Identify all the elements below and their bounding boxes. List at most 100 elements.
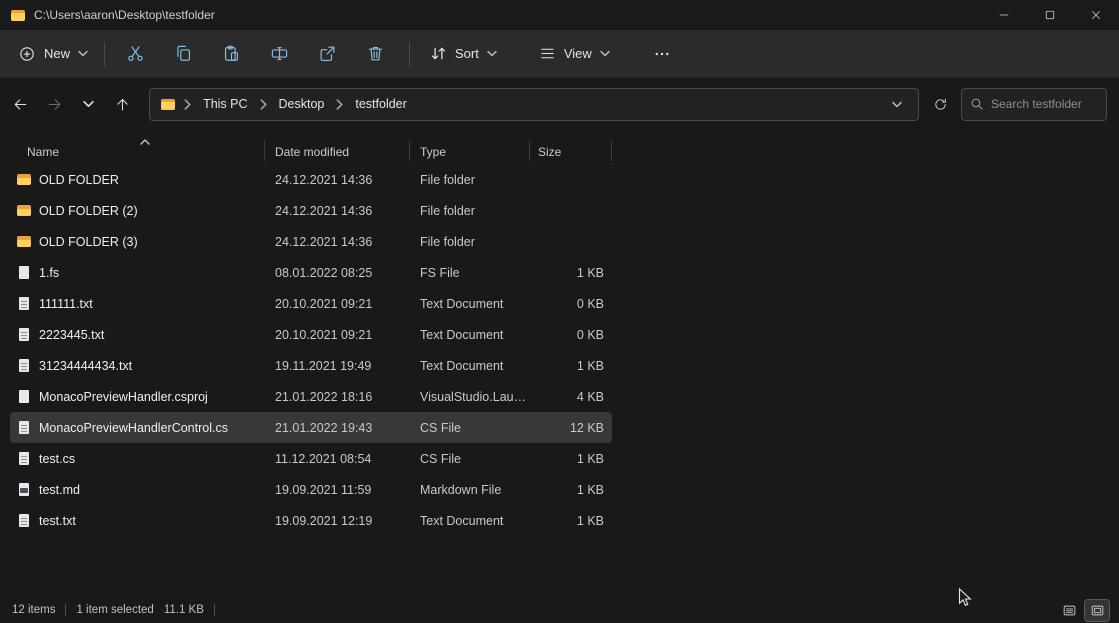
sort-icon bbox=[430, 45, 447, 62]
forward-arrow-icon bbox=[46, 96, 63, 113]
sort-button[interactable]: Sort bbox=[420, 36, 507, 72]
file-size: 0 KB bbox=[530, 297, 612, 311]
copy-icon bbox=[174, 44, 193, 63]
file-row[interactable]: OLD FOLDER (3) 24.12.2021 14:36 File fol… bbox=[10, 226, 612, 257]
recent-locations-button[interactable] bbox=[74, 89, 104, 119]
file-name-cell: test.txt bbox=[10, 513, 265, 529]
view-toggles bbox=[1057, 600, 1109, 621]
file-row[interactable]: MonacoPreviewHandlerControl.cs 21.01.202… bbox=[10, 412, 612, 443]
window-folder-icon bbox=[10, 7, 26, 23]
file-row[interactable]: MonacoPreviewHandler.csproj 21.01.2022 1… bbox=[10, 381, 612, 412]
file-name: 31234444434.txt bbox=[39, 359, 132, 373]
file-date: 08.01.2022 08:25 bbox=[265, 266, 410, 280]
column-header-name[interactable]: Name bbox=[10, 145, 265, 159]
share-button[interactable] bbox=[307, 36, 347, 72]
minimize-icon bbox=[998, 9, 1010, 21]
up-arrow-icon bbox=[114, 96, 131, 113]
file-type: CS File bbox=[410, 452, 530, 466]
paste-icon bbox=[222, 44, 241, 63]
breadcrumb-item-testfolder[interactable]: testfolder bbox=[351, 95, 410, 113]
status-bar: 12 items 1 item selected 11.1 KB bbox=[0, 597, 1119, 623]
column-header-date-modified[interactable]: Date modified bbox=[265, 145, 410, 159]
file-name-cell: test.md bbox=[10, 482, 265, 498]
command-bar: New Sort View bbox=[0, 30, 1119, 78]
file-icon bbox=[16, 451, 32, 467]
file-name: 1.fs bbox=[39, 266, 59, 280]
cut-button[interactable] bbox=[115, 36, 155, 72]
details-view-button[interactable] bbox=[1057, 600, 1081, 621]
address-bar[interactable]: This PC Desktop testfolder bbox=[149, 88, 919, 121]
file-row[interactable]: test.txt 19.09.2021 12:19 Text Document … bbox=[10, 505, 612, 536]
file-date: 24.12.2021 14:36 bbox=[265, 173, 410, 187]
column-header-type[interactable]: Type bbox=[410, 145, 530, 159]
chevron-down-icon bbox=[600, 50, 610, 57]
view-button[interactable]: View bbox=[529, 36, 620, 72]
file-row[interactable]: OLD FOLDER 24.12.2021 14:36 File folder bbox=[10, 164, 612, 195]
rename-button[interactable] bbox=[259, 36, 299, 72]
file-type: Text Document bbox=[410, 328, 530, 342]
column-header-type-label: Type bbox=[420, 145, 446, 159]
statusbar-divider bbox=[214, 604, 215, 616]
file-icon bbox=[16, 172, 32, 188]
file-icon bbox=[16, 265, 32, 281]
file-type: Markdown File bbox=[410, 483, 530, 497]
address-dropdown-button[interactable] bbox=[886, 93, 908, 115]
maximize-icon bbox=[1044, 9, 1056, 21]
new-button[interactable]: New bbox=[8, 36, 98, 72]
chevron-right-icon bbox=[184, 99, 191, 110]
paste-button[interactable] bbox=[211, 36, 251, 72]
maximize-button[interactable] bbox=[1027, 0, 1073, 30]
file-size: 1 KB bbox=[530, 452, 612, 466]
forward-button[interactable] bbox=[40, 89, 70, 119]
file-row[interactable]: test.md 19.09.2021 11:59 Markdown File 1… bbox=[10, 474, 612, 505]
file-row[interactable]: 2223445.txt 20.10.2021 09:21 Text Docume… bbox=[10, 319, 612, 350]
column-header-name-label: Name bbox=[27, 145, 59, 159]
titlebar: C:\Users\aaron\Desktop\testfolder bbox=[0, 0, 1119, 30]
file-name: OLD FOLDER bbox=[39, 173, 119, 187]
file-size: 0 KB bbox=[530, 328, 612, 342]
large-icons-view-button[interactable] bbox=[1085, 600, 1109, 621]
file-row[interactable]: test.cs 11.12.2021 08:54 CS File 1 KB bbox=[10, 443, 612, 474]
file-icon bbox=[16, 358, 32, 374]
file-explorer-window: C:\Users\aaron\Desktop\testfolder New bbox=[0, 0, 1119, 623]
column-header-date-label: Date modified bbox=[275, 145, 349, 159]
file-name-cell: MonacoPreviewHandlerControl.cs bbox=[10, 420, 265, 436]
file-name: test.txt bbox=[39, 514, 76, 528]
file-size: 4 KB bbox=[530, 390, 612, 404]
file-icon bbox=[16, 296, 32, 312]
rename-icon bbox=[270, 44, 289, 63]
back-button[interactable] bbox=[6, 89, 36, 119]
file-type: VisualStudio.Laun... bbox=[410, 390, 530, 404]
close-button[interactable] bbox=[1073, 0, 1119, 30]
more-button[interactable] bbox=[642, 36, 682, 72]
file-row[interactable]: 31234444434.txt 19.11.2021 19:49 Text Do… bbox=[10, 350, 612, 381]
file-name-cell: 31234444434.txt bbox=[10, 358, 265, 374]
column-header-size[interactable]: Size bbox=[530, 145, 612, 159]
file-row[interactable]: 111111.txt 20.10.2021 09:21 Text Documen… bbox=[10, 288, 612, 319]
chevron-down-icon bbox=[83, 100, 94, 108]
refresh-button[interactable] bbox=[925, 89, 955, 119]
up-button[interactable] bbox=[107, 89, 137, 119]
column-divider[interactable] bbox=[611, 141, 612, 161]
file-row[interactable]: OLD FOLDER (2) 24.12.2021 14:36 File fol… bbox=[10, 195, 612, 226]
file-name-cell: test.cs bbox=[10, 451, 265, 467]
file-icon bbox=[16, 389, 32, 405]
file-size: 1 KB bbox=[530, 266, 612, 280]
breadcrumb-item-desktop[interactable]: Desktop bbox=[275, 95, 329, 113]
column-headers: Name Date modified Type Size bbox=[10, 134, 612, 164]
new-button-label: New bbox=[44, 46, 70, 61]
navigation-bar: This PC Desktop testfolder bbox=[0, 78, 1119, 130]
view-button-label: View bbox=[564, 46, 592, 61]
delete-icon bbox=[366, 44, 385, 63]
cut-icon bbox=[126, 44, 145, 63]
search-input[interactable] bbox=[991, 97, 1098, 111]
breadcrumb-item-this-pc[interactable]: This PC bbox=[199, 95, 251, 113]
file-name-cell: 2223445.txt bbox=[10, 327, 265, 343]
file-row[interactable]: 1.fs 08.01.2022 08:25 FS File 1 KB bbox=[10, 257, 612, 288]
file-name-cell: OLD FOLDER (2) bbox=[10, 203, 265, 219]
back-arrow-icon bbox=[12, 96, 29, 113]
copy-button[interactable] bbox=[163, 36, 203, 72]
delete-button[interactable] bbox=[355, 36, 395, 72]
minimize-button[interactable] bbox=[981, 0, 1027, 30]
chevron-down-icon bbox=[892, 101, 902, 108]
